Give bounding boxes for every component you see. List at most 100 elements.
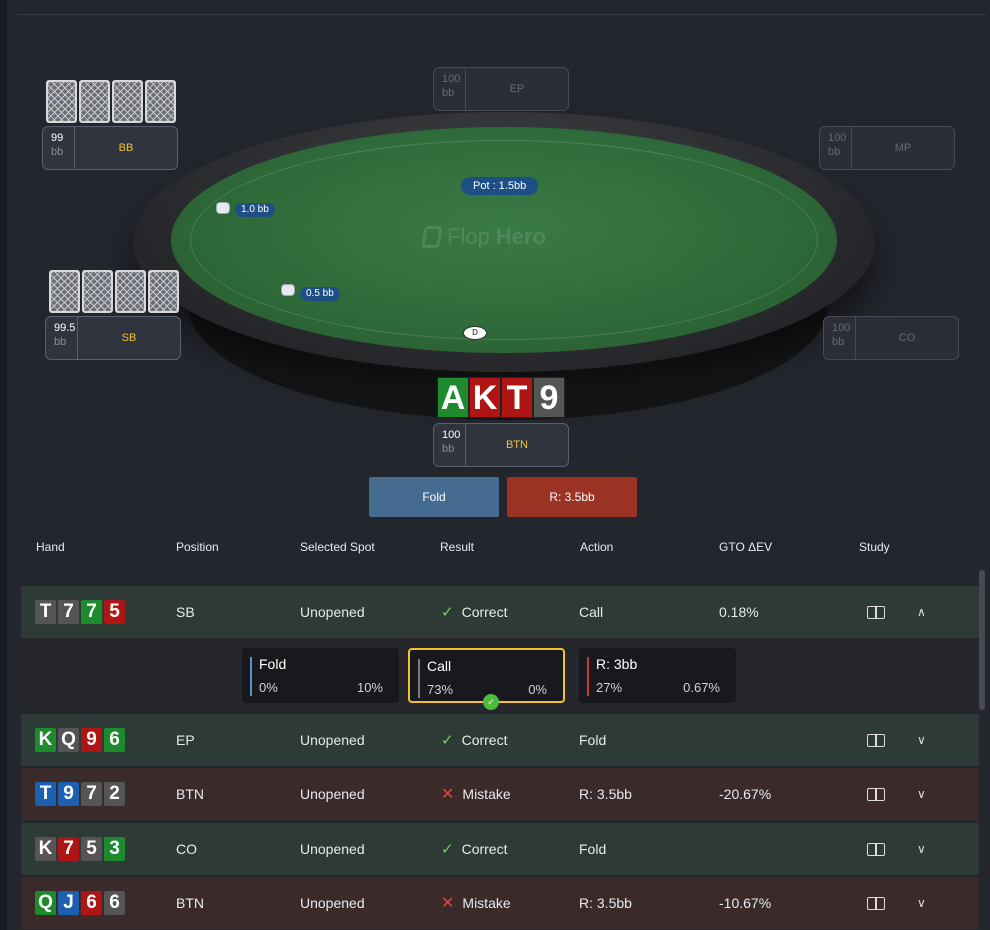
check-icon: ✓	[441, 841, 454, 858]
hero-card: K	[469, 377, 501, 418]
fold-button[interactable]: Fold	[369, 477, 499, 517]
expand-toggle[interactable]: ∨	[917, 877, 926, 929]
mini-card: 5	[81, 837, 102, 861]
row-result: ✕ Mistake	[441, 877, 511, 929]
option-card[interactable]: Fold 0% 10%	[242, 648, 399, 703]
chevron-down-icon: ∨	[917, 842, 926, 856]
mini-card: 7	[58, 837, 79, 861]
header-action: Action	[580, 540, 614, 554]
scrollbar[interactable]	[979, 570, 985, 710]
seat-sb: 99.5 bb SB	[45, 316, 181, 360]
mini-card: 6	[104, 728, 125, 752]
seat-ep: 100 bb EP	[433, 67, 569, 111]
row-ev: -20.67%	[719, 786, 772, 802]
row-action: R: 3.5bb	[579, 786, 632, 802]
mini-card: 3	[104, 837, 125, 861]
header-hand: Hand	[36, 540, 65, 554]
mini-card: 5	[104, 600, 125, 624]
left-edge	[0, 0, 7, 930]
bb-chip-icon	[216, 202, 230, 214]
cross-icon: ✕	[441, 786, 455, 803]
dealer-button-icon: D	[463, 326, 487, 340]
bb-bet-label: 1.0 bb	[235, 203, 275, 217]
card-back	[145, 80, 176, 123]
mini-card: Q	[35, 891, 56, 915]
card-back	[79, 80, 110, 123]
option-frequency: 27%	[596, 680, 623, 695]
mini-card: Q	[58, 728, 79, 752]
seat-position: CO	[898, 332, 916, 344]
book-icon	[867, 842, 885, 856]
card-back	[115, 270, 146, 313]
chevron-up-icon: ∧	[917, 605, 926, 619]
study-button[interactable]	[867, 877, 885, 929]
option-bar	[418, 659, 420, 698]
header-ev: GTO ΔEV	[719, 540, 773, 554]
chevron-down-icon: ∨	[917, 787, 926, 801]
row-result: ✓ Correct	[441, 823, 507, 875]
chevron-down-icon: ∨	[917, 733, 926, 747]
study-button[interactable]	[867, 823, 885, 875]
seat-position: EP	[509, 83, 525, 95]
seat-position: BB	[118, 142, 134, 154]
mini-card: 6	[81, 891, 102, 915]
mini-card: J	[58, 891, 79, 915]
seat-co: 100 bb CO	[823, 316, 959, 360]
row-position: BTN	[176, 895, 204, 911]
table-row[interactable]: K 7 5 3 CO Unopened ✓ Correct Fold ∨	[21, 823, 979, 875]
mini-card: K	[35, 728, 56, 752]
mini-card: 7	[58, 600, 79, 624]
row-position: CO	[176, 841, 197, 857]
row-spot: Unopened	[300, 895, 365, 911]
sb-hole-cards	[49, 270, 179, 313]
option-ev: 10%	[356, 680, 383, 695]
card-back	[148, 270, 179, 313]
row-action: Fold	[579, 732, 607, 748]
card-back	[112, 80, 143, 123]
expand-toggle[interactable]: ∨	[917, 823, 926, 875]
table-row[interactable]: T 7 7 5 SB Unopened ✓ Correct Call 0.18% ∧	[21, 586, 979, 638]
hand-cards: T775	[35, 586, 125, 638]
row-action: Fold	[579, 841, 607, 857]
card-back	[46, 80, 77, 123]
hero-hole-cards: AKT9	[437, 377, 565, 418]
row-result: ✓ Correct	[441, 714, 507, 766]
study-button[interactable]	[867, 768, 885, 820]
flophero-watermark: Flop Hero	[421, 222, 593, 252]
mini-card: 6	[104, 891, 125, 915]
seat-btn: 100 bb BTN	[433, 423, 569, 467]
seat-mp: 100 bb MP	[819, 126, 955, 170]
header-spot: Selected Spot	[300, 540, 375, 554]
table-row[interactable]: Q J 6 6 BTN Unopened ✕ Mistake R: 3.5bb -10.67% ∨	[21, 877, 979, 929]
mini-card: T	[35, 600, 56, 624]
hero-card: T	[501, 377, 533, 418]
raise-button[interactable]: R: 3.5bb	[507, 477, 637, 517]
study-button[interactable]	[867, 586, 885, 638]
row-position: EP	[176, 732, 195, 748]
expand-toggle[interactable]: ∧	[917, 586, 926, 638]
trainer-page: Flop Hero Pot : 1.5bb 1.0 bb 0.5 bb D 99 b…	[0, 0, 990, 930]
row-spot: Unopened	[300, 604, 365, 620]
mini-card: K	[35, 837, 56, 861]
table-row[interactable]: T 9 7 2 BTN Unopened ✕ Mistake R: 3.5bb -20.67% ∨	[21, 768, 979, 820]
book-icon	[867, 896, 885, 910]
sb-chip-icon	[281, 284, 295, 296]
option-label: Call	[427, 658, 452, 674]
option-bar	[250, 657, 252, 696]
option-card[interactable]: R: 3bb 27% 0.67%	[579, 648, 736, 703]
pot-label: Pot : 1.5bb	[461, 177, 539, 195]
result-label: Correct	[461, 841, 508, 857]
study-button[interactable]	[867, 714, 885, 766]
expand-toggle[interactable]: ∨	[917, 768, 926, 820]
book-icon	[867, 605, 885, 619]
row-spot: Unopened	[300, 841, 365, 857]
hand-cards: QJ66	[35, 877, 125, 929]
table-row[interactable]: K Q 9 6 EP Unopened ✓ Correct Fold ∨	[21, 714, 979, 766]
expand-toggle[interactable]: ∨	[917, 714, 926, 766]
check-icon: ✓	[441, 732, 454, 749]
row-ev: 0.18%	[719, 604, 759, 620]
option-label: Fold	[259, 656, 287, 672]
header-study: Study	[859, 540, 890, 554]
hand-cards: KQ96	[35, 714, 125, 766]
option-bar	[587, 657, 589, 696]
